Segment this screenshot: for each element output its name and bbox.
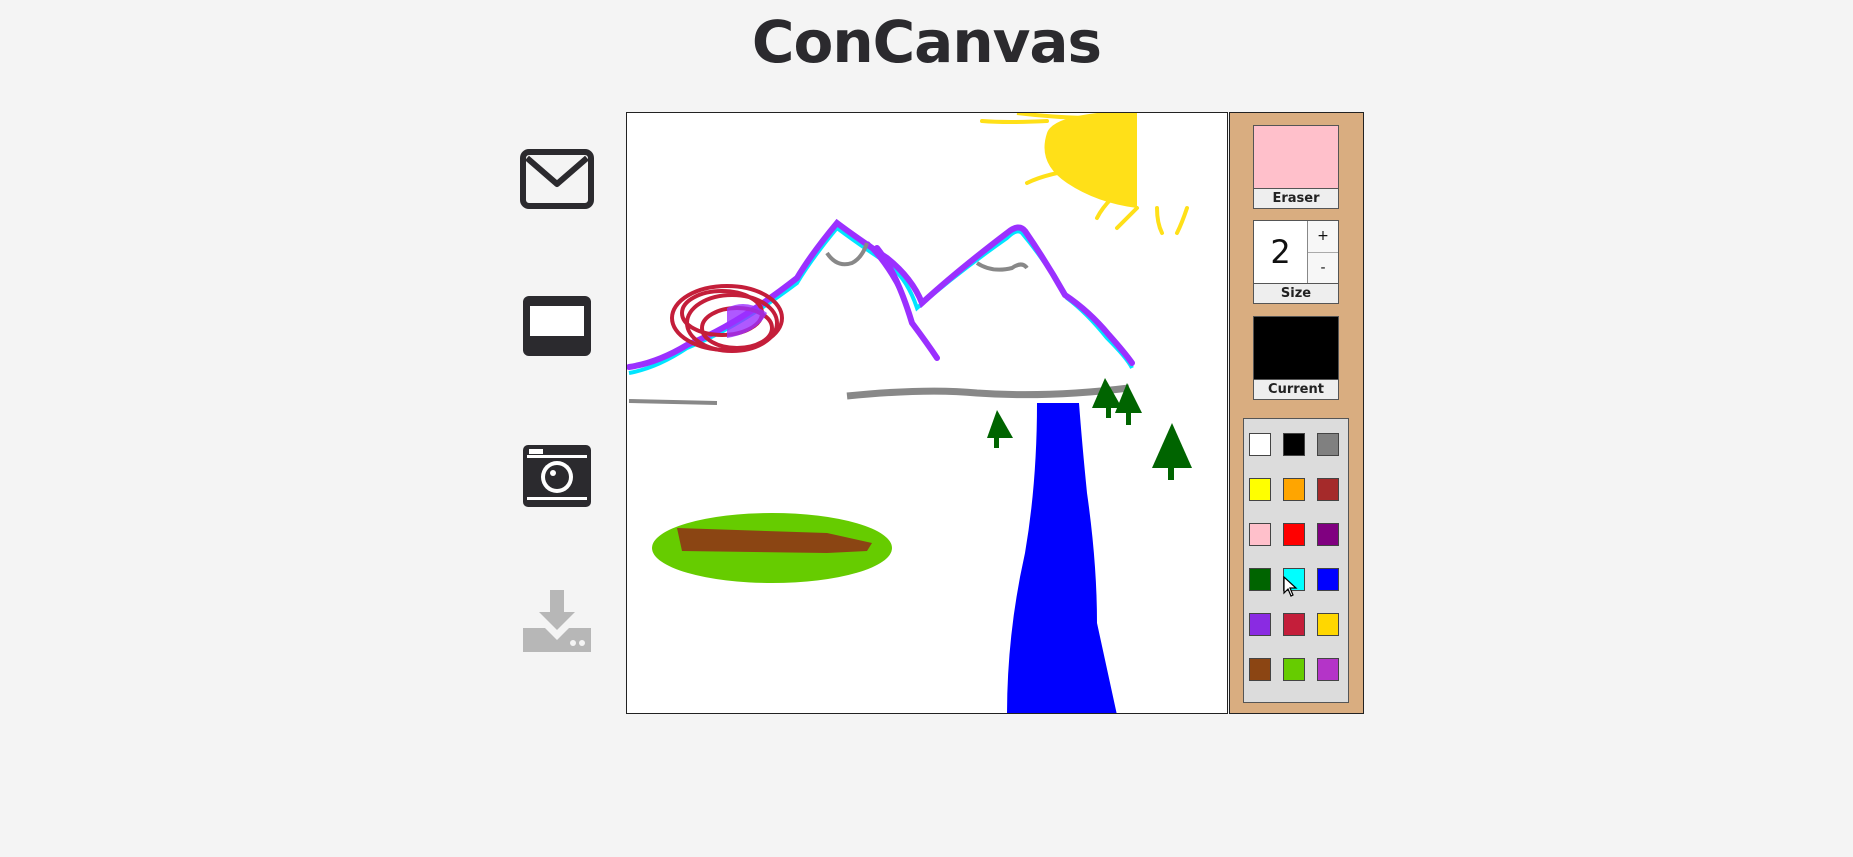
palette-swatch[interactable] [1249, 613, 1271, 636]
palette-swatch[interactable] [1249, 433, 1271, 456]
window-icon[interactable] [519, 292, 595, 360]
size-value: 2 [1270, 233, 1291, 271]
download-icon[interactable] [519, 588, 595, 656]
palette-swatch[interactable] [1249, 568, 1271, 591]
palette-swatch[interactable] [1317, 523, 1339, 546]
current-color-tool: Current [1253, 316, 1339, 400]
palette-swatch[interactable] [1283, 613, 1305, 636]
size-increase-button[interactable]: + [1308, 221, 1338, 253]
palette-swatch[interactable] [1283, 433, 1305, 456]
app-title: ConCanvas [751, 8, 1102, 76]
palette-swatch[interactable] [1249, 658, 1271, 681]
drawing-canvas[interactable] [626, 112, 1228, 714]
eraser-label: Eraser [1254, 188, 1338, 208]
palette-swatch[interactable] [1317, 658, 1339, 681]
current-color-swatch [1254, 317, 1338, 379]
palette-swatch[interactable] [1283, 478, 1305, 501]
palette-swatch[interactable] [1283, 658, 1305, 681]
palette-swatch[interactable] [1249, 523, 1271, 546]
color-palette [1243, 418, 1349, 703]
palette-swatch[interactable] [1317, 478, 1339, 501]
size-tool: 2 + - Size [1253, 220, 1339, 304]
size-decrease-button[interactable]: - [1308, 252, 1338, 283]
palette-swatch[interactable] [1317, 568, 1339, 591]
mail-icon[interactable] [519, 146, 595, 214]
palette-swatch[interactable] [1249, 478, 1271, 501]
palette-swatch[interactable] [1283, 523, 1305, 546]
mouse-cursor-icon [1283, 576, 1298, 597]
eraser-swatch[interactable] [1254, 126, 1338, 188]
palette-swatch[interactable] [1317, 613, 1339, 636]
eraser-tool[interactable]: Eraser [1253, 125, 1339, 209]
camera-icon[interactable] [519, 441, 595, 509]
tool-panel: Eraser 2 + - Size Current [1229, 112, 1364, 714]
drawing-artwork [627, 113, 1192, 713]
size-label: Size [1254, 283, 1338, 303]
current-label: Current [1254, 379, 1338, 399]
palette-swatch[interactable] [1317, 433, 1339, 456]
